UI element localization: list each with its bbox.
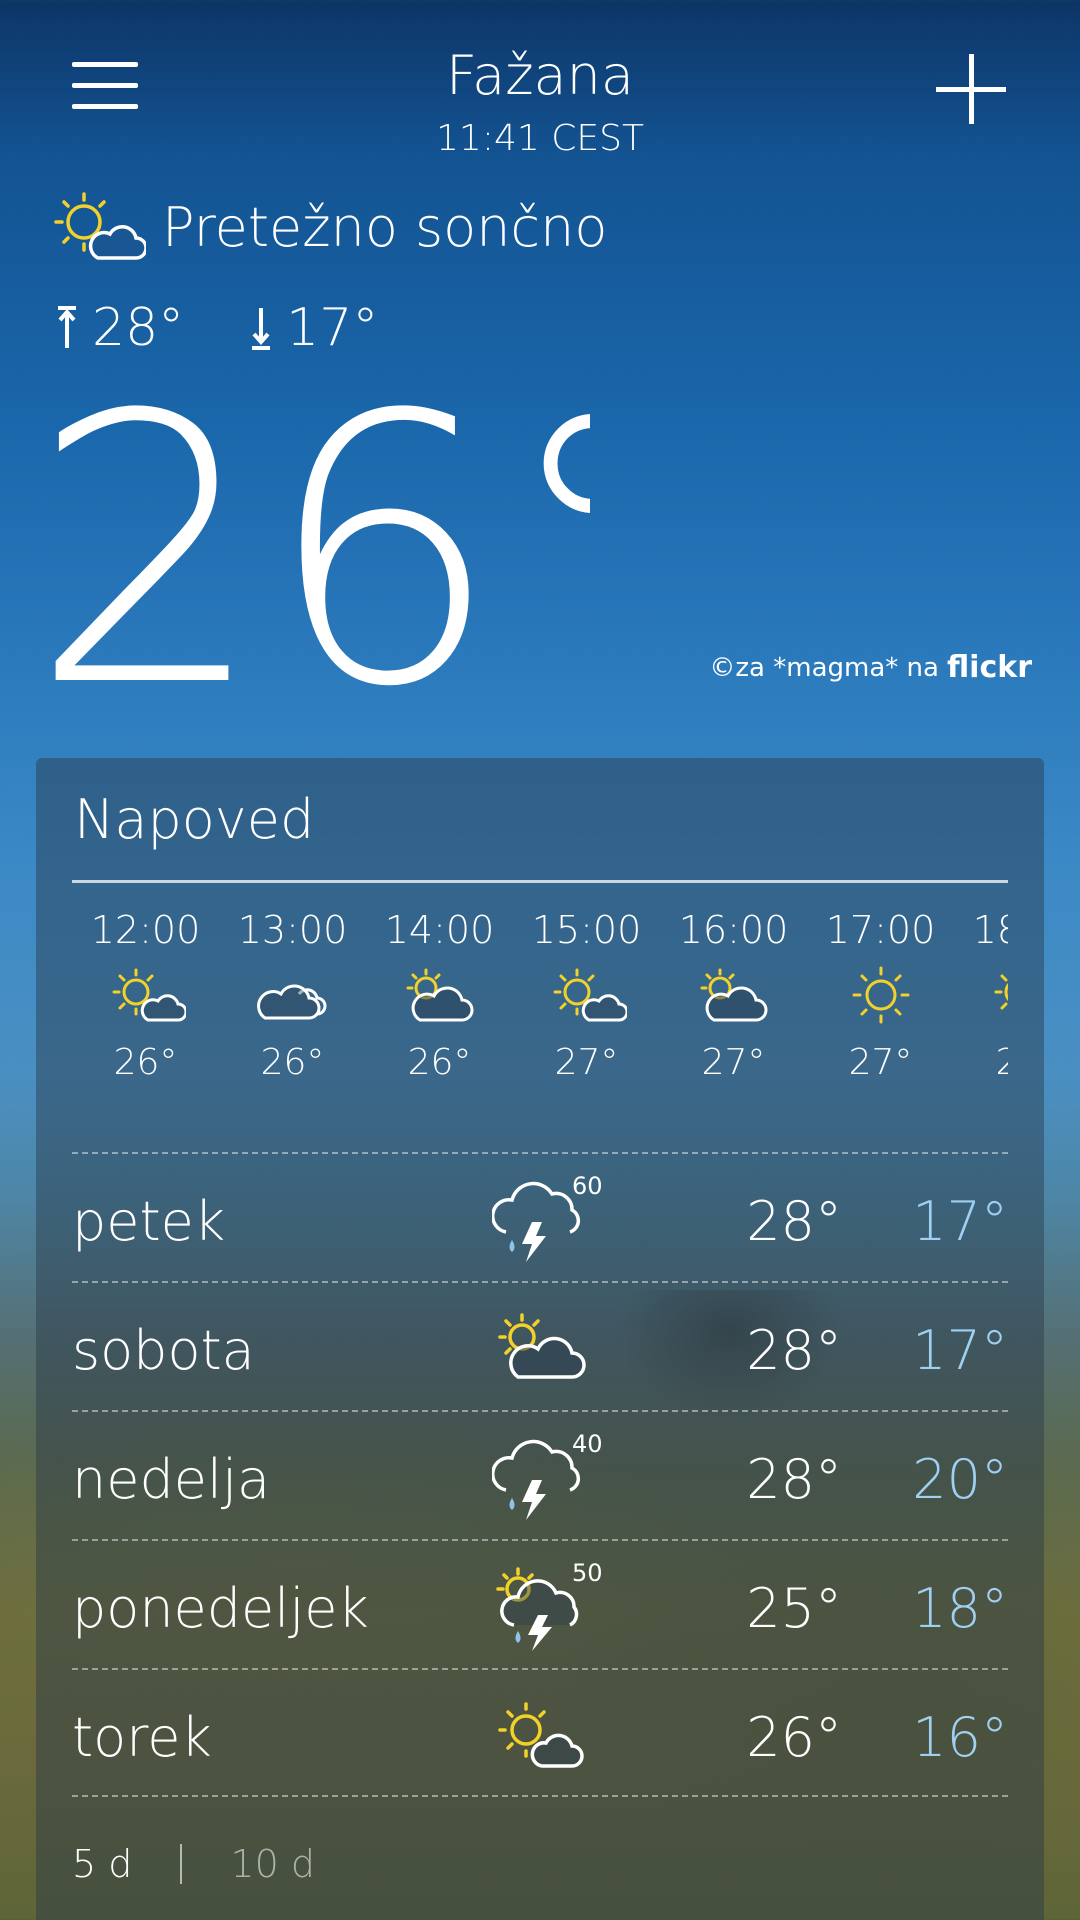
- hour-temp: 26°: [113, 1042, 178, 1083]
- flickr-logo: flickr: [946, 650, 1032, 685]
- partly-sunny-icon: [112, 968, 187, 1022]
- partly-sunny-icon: [54, 192, 146, 260]
- hour-item: 16:00 27°: [660, 908, 807, 1083]
- condition-text: Pretežno sončno: [162, 195, 608, 259]
- mostly-cloudy-sun-icon: [406, 968, 473, 1022]
- mostly-cloudy-sun-icon: [700, 968, 767, 1022]
- hour-temp: 26°: [407, 1042, 472, 1083]
- arrow-up-icon: [58, 306, 76, 348]
- hour-temp: 27°: [701, 1042, 766, 1083]
- current-temperature-graphic: 26°: [30, 380, 590, 700]
- day-low: 17°: [912, 1319, 1008, 1382]
- local-time: 11:41 CEST: [436, 118, 644, 159]
- sun-icon: [852, 966, 909, 1024]
- forecast-card: Napoved 12:00 26° 13:00 26° 14:00 26° 15…: [36, 758, 1044, 1920]
- hour-temp: 27°: [848, 1042, 913, 1083]
- hour-item: 15:00 27°: [513, 908, 660, 1083]
- mostly-cloudy-sun-icon: [498, 1313, 586, 1379]
- day-row[interactable]: petek 60 28° 17°: [72, 1152, 1008, 1281]
- divider: [72, 880, 1008, 883]
- city-name[interactable]: Fažana: [0, 44, 1080, 107]
- day-name: sobota: [72, 1319, 255, 1382]
- day-name: ponedeljek: [72, 1577, 369, 1640]
- range-separator: [180, 1844, 183, 1884]
- precip-probability: 40: [572, 1430, 603, 1458]
- current-condition: Pretežno sončno: [46, 186, 607, 268]
- hour-time: 13:00: [237, 908, 348, 952]
- credit-text: ©za *magma* na: [709, 652, 939, 683]
- precip-probability: 50: [572, 1559, 603, 1587]
- photo-credit[interactable]: ©za *magma* na flickr: [709, 650, 1032, 685]
- day-name: nedelja: [72, 1448, 271, 1511]
- forecast-title: Napoved: [74, 788, 315, 851]
- hour-time: 17:00: [825, 908, 936, 952]
- hour-temp: 26°: [260, 1042, 325, 1083]
- day-high: 25°: [746, 1577, 842, 1640]
- hour-time: 18:00: [972, 908, 1008, 952]
- hour-item: 18:00 27°: [954, 908, 1008, 1083]
- hour-item: 14:00 26°: [366, 908, 513, 1083]
- precip-probability: 60: [572, 1172, 603, 1200]
- current-temperature: 26°: [30, 380, 590, 700]
- low-temp: 17°: [286, 298, 379, 358]
- range-5d-tab[interactable]: 5 d: [72, 1842, 132, 1886]
- hour-temp: 27°: [554, 1042, 619, 1083]
- add-location-button[interactable]: [936, 54, 1006, 124]
- partly-sunny-icon: [553, 968, 628, 1022]
- day-low: 20°: [912, 1448, 1008, 1511]
- hour-item: 13:00 26°: [219, 908, 366, 1083]
- day-row[interactable]: ponedeljek 50 25° 18°: [72, 1539, 1008, 1668]
- cloud-icon: [256, 984, 326, 1020]
- day-row[interactable]: torek 26° 16°: [72, 1668, 1008, 1797]
- range-10d-tab[interactable]: 10 d: [230, 1842, 315, 1886]
- hour-item: 17:00 27°: [807, 908, 954, 1083]
- day-high: 28°: [746, 1448, 842, 1511]
- daily-forecast: petek 60 28° 17° sobota 28° 17° nedelja: [72, 1152, 1008, 1797]
- day-name: torek: [72, 1706, 212, 1769]
- hour-item: 12:00 26°: [72, 908, 219, 1083]
- day-name: petek: [72, 1190, 226, 1253]
- day-high: 28°: [746, 1319, 842, 1382]
- arrow-down-icon: [252, 308, 271, 350]
- hourly-forecast[interactable]: 12:00 26° 13:00 26° 14:00 26° 15:00 27° …: [72, 908, 1008, 1108]
- high-temp: 28°: [92, 298, 185, 358]
- day-low: 18°: [912, 1577, 1008, 1640]
- hour-time: 16:00: [678, 908, 789, 952]
- day-low: 17°: [912, 1190, 1008, 1253]
- hour-temp: 27°: [995, 1042, 1008, 1083]
- hour-time: 12:00: [90, 908, 201, 952]
- day-low: 16°: [912, 1706, 1008, 1769]
- hour-time: 15:00: [531, 908, 642, 952]
- hour-time: 14:00: [384, 908, 495, 952]
- high-low-row: 28° 17°: [56, 298, 378, 358]
- day-row[interactable]: nedelja 40 28° 20°: [72, 1410, 1008, 1539]
- forecast-range-toggle: 5 d 10 d: [72, 1842, 315, 1886]
- day-high: 26°: [746, 1706, 842, 1769]
- day-high: 28°: [746, 1190, 842, 1253]
- partly-sunny-icon: [994, 974, 1008, 1010]
- partly-sunny-icon: [498, 1702, 584, 1768]
- day-row[interactable]: sobota 28° 17°: [72, 1281, 1008, 1410]
